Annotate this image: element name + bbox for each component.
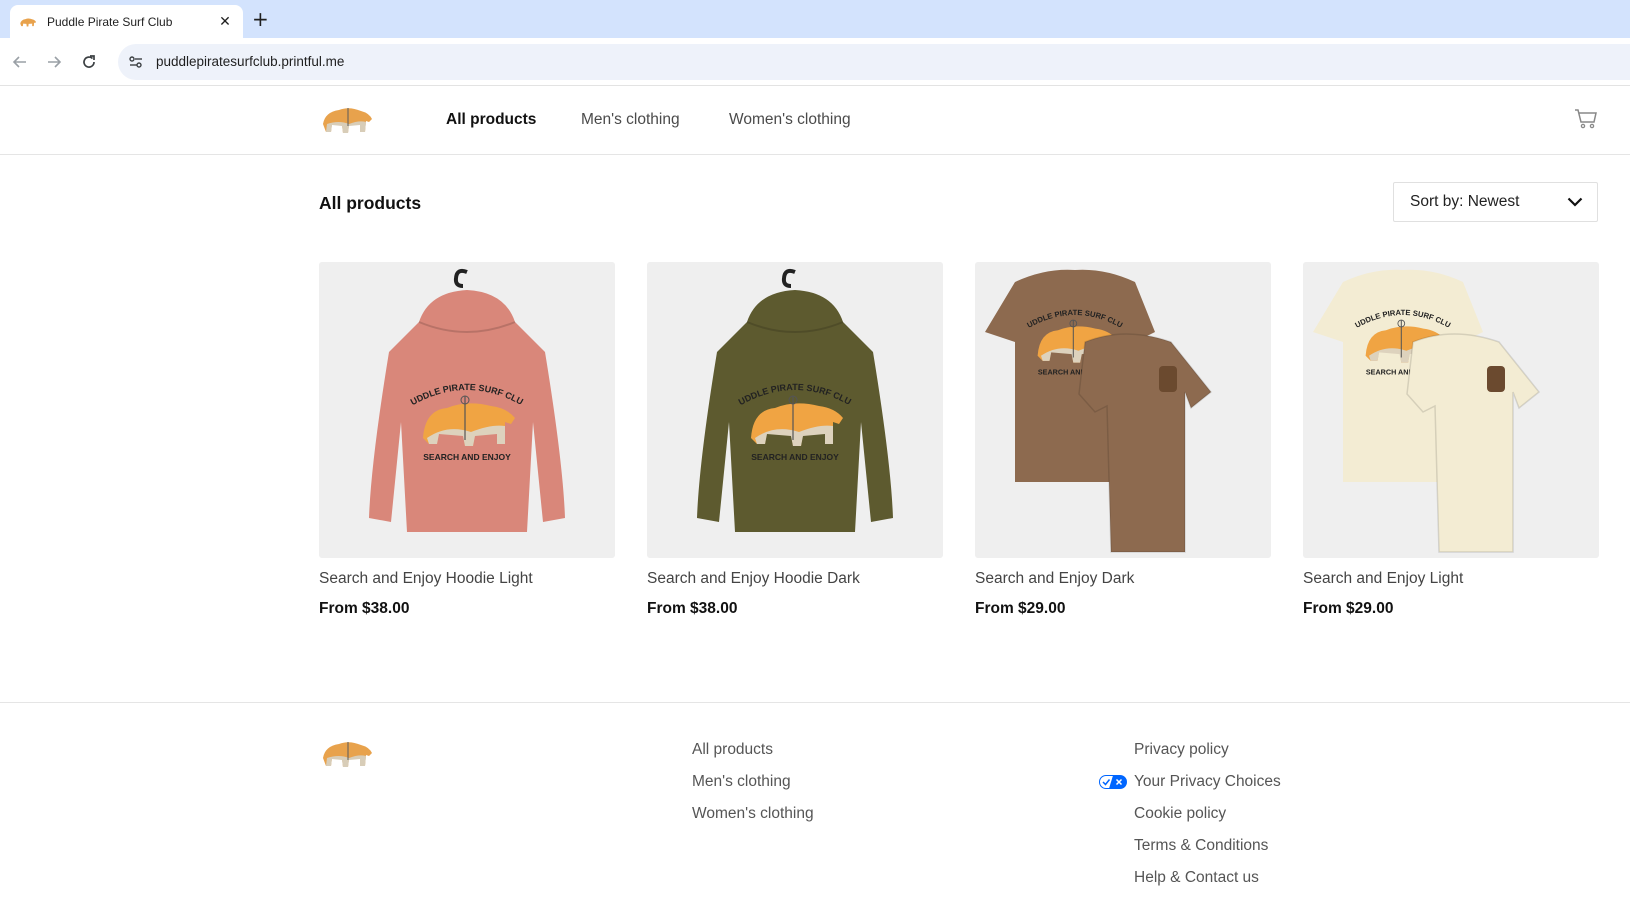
- product-image[interactable]: PUDDLE PIRATE SURF CLUB SEARCH AND ENJOY: [975, 262, 1271, 558]
- hoodie-image: PUDDLE PIRATE SURF CLUB SEARCH AND ENJOY: [697, 268, 893, 532]
- product-name[interactable]: Search and Enjoy Dark: [975, 570, 1271, 588]
- url-text: puddlepiratesurfclub.printful.me: [156, 54, 345, 69]
- tab-title: Puddle Pirate Surf Club: [47, 14, 173, 29]
- product-name[interactable]: Search and Enjoy Hoodie Light: [319, 570, 615, 588]
- product-image[interactable]: PUDDLE PIRATE SURF CLUB SEARCH AND ENJOY: [1303, 262, 1599, 558]
- bear-logo-icon[interactable]: [319, 102, 375, 136]
- nav-mens-clothing[interactable]: Men's clothing: [581, 111, 680, 129]
- bear-logo-icon: [20, 18, 37, 26]
- cart-icon[interactable]: [1574, 108, 1598, 130]
- footer-link-womens-clothing[interactable]: Women's clothing: [692, 805, 814, 837]
- product-image[interactable]: PUDDLE PIRATE SURF CLUB SEARCH AND ENJOY: [647, 262, 943, 558]
- back-icon[interactable]: [8, 50, 32, 74]
- forward-icon[interactable]: [42, 50, 66, 74]
- print-bottom-text: SEARCH AND ENJOY: [751, 452, 839, 462]
- product-name[interactable]: Search and Enjoy Light: [1303, 570, 1599, 588]
- product-image[interactable]: PUDDLE PIRATE SURF CLUB SEARCH AND ENJOY: [319, 262, 615, 558]
- footer-link-terms[interactable]: Terms & Conditions: [1134, 837, 1281, 869]
- site-header: All products Men's clothing Women's clot…: [0, 86, 1630, 155]
- footer-nav: All products Men's clothing Women's clot…: [692, 741, 814, 837]
- browser-toolbar: puddlepiratesurfclub.printful.me: [0, 38, 1630, 86]
- product-price: From $38.00: [319, 600, 410, 617]
- browser-tab[interactable]: Puddle Pirate Surf Club ✕: [10, 5, 243, 38]
- product-card[interactable]: PUDDLE PIRATE SURF CLUB SEARCH AND ENJOY…: [647, 262, 943, 618]
- product-price: From $29.00: [1303, 600, 1394, 617]
- product-price: From $29.00: [975, 600, 1066, 617]
- footer-link-cookie-policy[interactable]: Cookie policy: [1134, 805, 1281, 837]
- footer-link-privacy-policy[interactable]: Privacy policy: [1134, 741, 1281, 773]
- nav-all-products[interactable]: All products: [446, 111, 536, 129]
- close-tab-icon[interactable]: ✕: [217, 14, 233, 30]
- address-bar[interactable]: puddlepiratesurfclub.printful.me: [118, 44, 1630, 80]
- sort-label: Sort by: Newest: [1410, 193, 1520, 210]
- product-card[interactable]: PUDDLE PIRATE SURF CLUB SEARCH AND ENJOY…: [975, 262, 1271, 618]
- tshirt-image: PUDDLE PIRATE SURF CLUB SEARCH AND ENJOY: [1313, 269, 1541, 553]
- pocket-print: [1159, 366, 1177, 392]
- site-footer: All products Men's clothing Women's clot…: [0, 702, 1630, 916]
- footer-link-help-contact[interactable]: Help & Contact us: [1134, 869, 1281, 901]
- new-tab-icon[interactable]: +: [252, 8, 269, 30]
- hoodie-image: PUDDLE PIRATE SURF CLUB SEARCH AND ENJOY: [369, 268, 565, 532]
- footer-link-mens-clothing[interactable]: Men's clothing: [692, 773, 814, 805]
- tshirt-image: PUDDLE PIRATE SURF CLUB SEARCH AND ENJOY: [985, 269, 1213, 553]
- product-name[interactable]: Search and Enjoy Hoodie Dark: [647, 570, 943, 588]
- footer-link-privacy-choices[interactable]: Your Privacy Choices: [1134, 773, 1281, 805]
- footer-link-all-products[interactable]: All products: [692, 741, 814, 773]
- privacy-choices-icon: [1099, 775, 1127, 789]
- print-bottom-text: SEARCH AND ENJOY: [423, 452, 511, 462]
- product-card[interactable]: PUDDLE PIRATE SURF CLUB SEARCH AND ENJOY…: [319, 262, 615, 618]
- product-price: From $38.00: [647, 600, 738, 617]
- browser-tabstrip: Puddle Pirate Surf Club ✕ +: [0, 0, 1630, 38]
- pocket-print: [1487, 366, 1505, 392]
- sort-dropdown[interactable]: Sort by: Newest: [1393, 182, 1598, 222]
- product-card[interactable]: PUDDLE PIRATE SURF CLUB SEARCH AND ENJOY…: [1303, 262, 1599, 618]
- chevron-down-icon: [1567, 197, 1583, 207]
- nav-womens-clothing[interactable]: Women's clothing: [729, 111, 851, 129]
- page-title: All products: [319, 193, 422, 213]
- footer-legal: Privacy policy Your Privacy Choices Cook…: [1134, 741, 1281, 901]
- site-settings-icon[interactable]: [128, 54, 144, 70]
- reload-icon[interactable]: [77, 50, 101, 74]
- bear-logo-icon[interactable]: [319, 736, 375, 770]
